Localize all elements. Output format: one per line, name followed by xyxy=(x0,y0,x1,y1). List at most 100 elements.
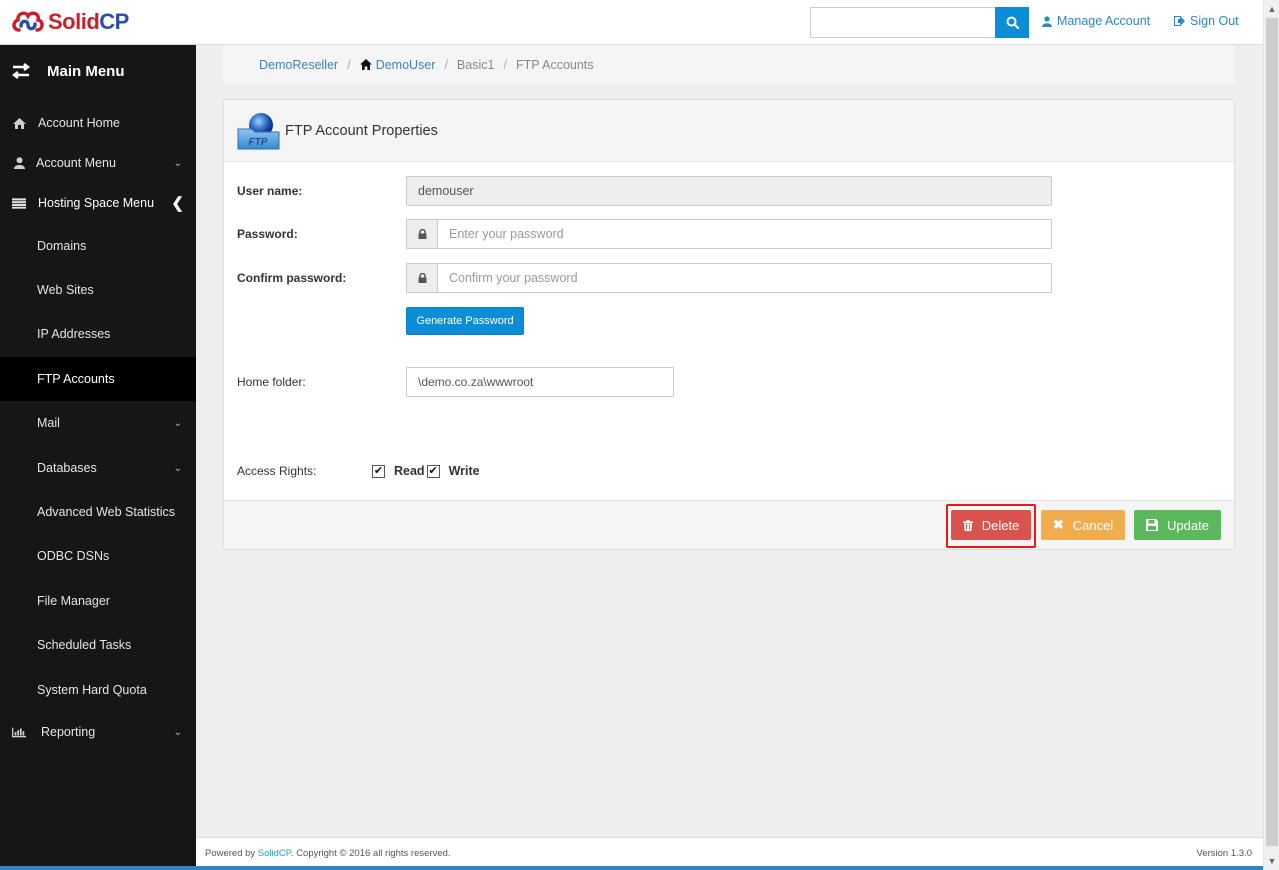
sidebar-item-system-hard-quota[interactable]: System Hard Quota xyxy=(0,668,196,712)
breadcrumb-separator: / xyxy=(347,57,351,72)
search-input[interactable] xyxy=(810,7,995,38)
sidebar-item-domains[interactable]: Domains xyxy=(0,224,196,268)
scroll-up-icon[interactable]: ▲ xyxy=(1264,1,1279,17)
home-icon xyxy=(359,59,372,70)
sidebar-item-label: Advanced Web Statistics xyxy=(37,505,176,519)
list-icon xyxy=(12,197,26,209)
write-label: Write xyxy=(448,464,480,478)
sidebar-item-advanced-web-statistics[interactable]: Advanced Web Statistics xyxy=(0,490,196,534)
cancel-label: Cancel xyxy=(1072,517,1114,533)
sidebar-item-odbc-dsns[interactable]: ODBC DSNs xyxy=(0,534,196,578)
breadcrumb-demouser[interactable]: DemoUser xyxy=(359,57,436,72)
sidebar-item-label: IP Addresses xyxy=(37,327,111,341)
update-button[interactable]: Update xyxy=(1134,510,1221,540)
logo-cloud-icon xyxy=(12,11,44,32)
breadcrumb-separator: / xyxy=(503,57,507,72)
read-checkbox[interactable]: ✔ xyxy=(372,464,385,478)
generate-password-button[interactable]: Generate Password xyxy=(406,307,524,335)
breadcrumb-basic1[interactable]: Basic1 xyxy=(457,58,495,72)
sidebar-item-account-home[interactable]: Account Home xyxy=(0,101,196,145)
confirm-password-input[interactable] xyxy=(437,263,1052,293)
scrollbar-thumb[interactable] xyxy=(1266,18,1278,846)
scroll-down-icon[interactable]: ▼ xyxy=(1264,853,1279,869)
breadcrumb: DemoReseller / DemoUser / Basic1 / FTP A… xyxy=(223,45,1235,84)
username-label: User name: xyxy=(237,184,303,198)
top-bar: SolidCP Manage Account Sign Out xyxy=(0,0,1263,45)
breadcrumb-ftp-accounts: FTP Accounts xyxy=(515,57,594,72)
chevron-down-icon: ⌄ xyxy=(173,157,182,169)
password-input[interactable] xyxy=(437,219,1052,249)
logo-text: SolidCP xyxy=(48,9,129,34)
confirm-password-label: Confirm password: xyxy=(237,271,347,285)
copyright-text: Powered by SolidCP. Copyright © 2016 all… xyxy=(205,848,451,859)
panel-header: FTP FTP Account Properties xyxy=(224,100,1234,162)
breadcrumb-demoreseller[interactable]: DemoReseller xyxy=(259,58,338,72)
save-icon xyxy=(1146,519,1159,531)
password-label: Password: xyxy=(237,227,298,241)
sidebar-item-web-sites[interactable]: Web Sites xyxy=(0,268,196,312)
sidebar-item-label: ODBC DSNs xyxy=(37,549,110,563)
sign-out-label: Sign Out xyxy=(1190,14,1239,28)
solidcp-logo[interactable]: SolidCP xyxy=(11,8,129,36)
sidebar-item-reporting[interactable]: Reporting ⌄ xyxy=(0,710,196,754)
lock-icon xyxy=(406,263,437,293)
search-icon xyxy=(1006,16,1019,29)
menu-toggle-icon xyxy=(12,63,30,79)
sidebar-item-label: Hosting Space Menu xyxy=(38,196,155,210)
panel-footer: Delete ✖ Cancel Update xyxy=(224,500,1234,549)
vertical-scrollbar[interactable]: ▲ ▼ xyxy=(1263,0,1279,870)
sidebar-header[interactable]: Main Menu xyxy=(0,45,196,97)
sidebar-item-label: File Manager xyxy=(37,594,110,608)
sidebar-item-label: Account Home xyxy=(38,116,120,130)
home-icon xyxy=(12,117,26,129)
username-row: User name: demouser xyxy=(237,176,1237,206)
sidebar-item-scheduled-tasks[interactable]: Scheduled Tasks xyxy=(0,623,196,667)
password-input-group xyxy=(406,219,1052,249)
sidebar-item-label: Mail xyxy=(37,416,60,430)
chevron-left-icon: ❮ xyxy=(171,195,184,212)
confirm-password-input-group xyxy=(406,263,1052,293)
sidebar-item-label: Reporting xyxy=(41,725,96,739)
taskbar-strip xyxy=(0,866,1263,870)
sidebar-item-label: Domains xyxy=(37,239,87,253)
delete-button[interactable]: Delete xyxy=(951,510,1031,540)
search-box xyxy=(810,7,1029,38)
cancel-button[interactable]: ✖ Cancel xyxy=(1041,510,1125,540)
sidebar-item-file-manager[interactable]: File Manager xyxy=(0,579,196,623)
sidebar-item-mail[interactable]: Mail ⌄ xyxy=(0,401,196,445)
home-folder-label: Home folder: xyxy=(237,375,306,389)
write-checkbox[interactable]: ✔ xyxy=(426,464,440,478)
sidebar-item-ip-addresses[interactable]: IP Addresses xyxy=(0,312,196,356)
svg-text:FTP: FTP xyxy=(249,137,268,148)
username-field: demouser xyxy=(406,176,1052,206)
sidebar-item-label: FTP Accounts xyxy=(37,372,115,386)
delete-label: Delete xyxy=(981,517,1020,533)
sidebar-item-label: Databases xyxy=(37,461,97,475)
access-rights-row: Access Rights: ✔ Read ✔ Write xyxy=(237,462,480,480)
user-icon xyxy=(12,157,26,169)
sidebar-item-label: System Hard Quota xyxy=(37,683,147,697)
version-text: Version 1.3.0 xyxy=(1196,848,1252,859)
user-icon xyxy=(1042,15,1052,27)
sidebar-item-hosting-space-menu[interactable]: Hosting Space Menu ❮ xyxy=(0,181,196,225)
manage-account-label: Manage Account xyxy=(1057,14,1151,28)
sidebar-item-ftp-accounts[interactable]: FTP Accounts xyxy=(0,357,196,401)
sign-out-icon xyxy=(1174,16,1185,26)
chevron-down-icon: ⌄ xyxy=(173,462,182,474)
bar-chart-icon xyxy=(12,727,26,738)
solidcp-footer-link[interactable]: SolidCP xyxy=(258,848,291,859)
search-button[interactable] xyxy=(995,7,1029,38)
sidebar: Main Menu Account Home Account Menu ⌄ Ho… xyxy=(0,45,196,870)
chevron-down-icon: ⌄ xyxy=(173,726,182,738)
manage-account-link[interactable]: Manage Account xyxy=(1042,14,1150,28)
home-folder-input[interactable] xyxy=(406,367,674,397)
sidebar-item-account-menu[interactable]: Account Menu ⌄ xyxy=(0,141,196,185)
sidebar-item-label: Web Sites xyxy=(37,283,94,297)
sidebar-item-databases[interactable]: Databases ⌄ xyxy=(0,446,196,490)
sidebar-title: Main Menu xyxy=(47,62,125,80)
breadcrumb-demouser-label: DemoUser xyxy=(375,57,436,72)
lock-icon xyxy=(406,219,437,249)
sign-out-link[interactable]: Sign Out xyxy=(1174,14,1239,28)
ftp-folder-icon: FTP xyxy=(237,112,280,149)
chevron-down-icon: ⌄ xyxy=(173,417,182,429)
